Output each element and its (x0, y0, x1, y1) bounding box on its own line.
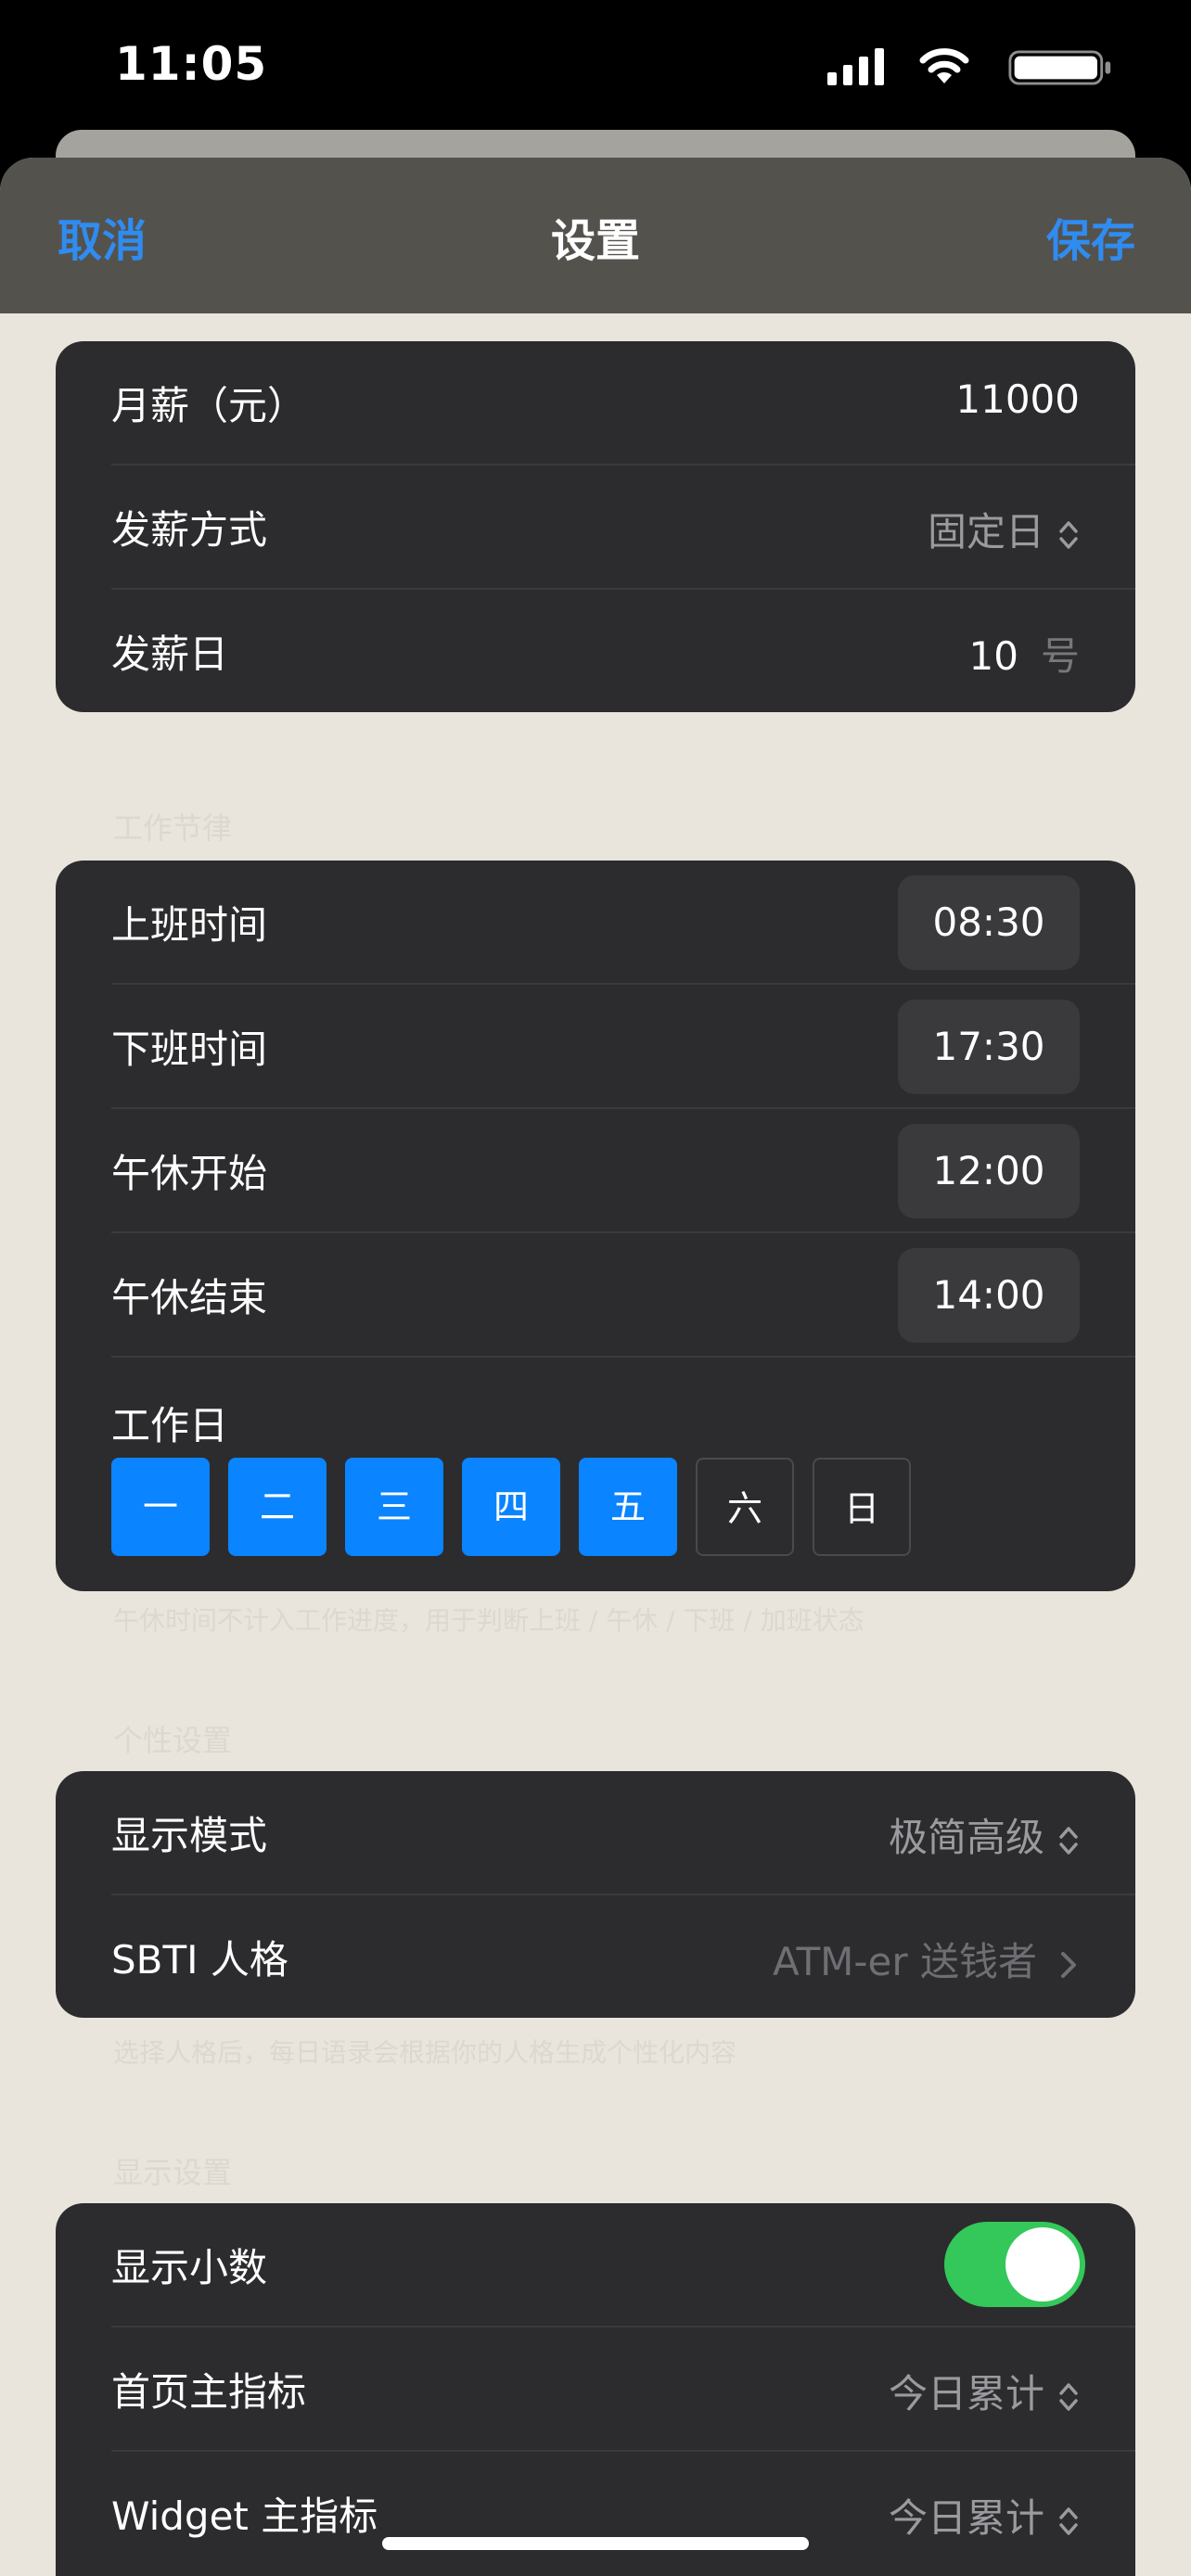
chevron-up-down-icon (1059, 2382, 1078, 2411)
day-toggle-sat[interactable]: 六 (696, 1458, 794, 1556)
save-button[interactable]: 保存 (1046, 204, 1135, 269)
home-metric-label: 首页主指标 (111, 2369, 307, 2415)
page-title: 设置 (550, 215, 640, 267)
day-toggle-tue[interactable]: 二 (228, 1458, 327, 1556)
day-toggle-thu[interactable]: 四 (462, 1458, 560, 1556)
display-mode-picker[interactable]: 极简高级 (889, 1806, 1080, 1863)
widget-metric-row[interactable]: Widget 主指标 今日累计 (111, 2452, 1135, 2574)
sbti-label: SBTI 人格 (111, 1937, 288, 1983)
chevron-right-icon (1061, 1951, 1076, 1978)
sbti-link[interactable]: ATM-er 送钱者 (773, 1931, 1080, 1987)
home-metric-picker[interactable]: 今日累计 (889, 2363, 1080, 2419)
lunch-start-row: 午休开始 12:00 (111, 1109, 1135, 1233)
pay-day-unit: 号 (1040, 633, 1080, 679)
section-header-display: 显示设置 (113, 2155, 233, 2190)
chevron-up-down-icon (1059, 520, 1078, 549)
day-toggle-mon[interactable]: 一 (111, 1458, 210, 1556)
chevron-up-down-icon (1059, 2506, 1078, 2535)
cellular-signal-icon (827, 48, 884, 85)
work-group: 上班时间 08:30 下班时间 17:30 午休开始 12:00 午休结束 14… (56, 861, 1135, 1591)
home-indicator[interactable] (382, 2537, 809, 2550)
home-metric-row[interactable]: 首页主指标 今日累计 (111, 2327, 1135, 2452)
day-toggle-sun[interactable]: 日 (813, 1458, 911, 1556)
wifi-icon (919, 48, 969, 83)
salary-group: 月薪（元） 11000 发薪方式 固定日 发薪日 10 号 (56, 341, 1135, 712)
decimals-label: 显示小数 (111, 2245, 268, 2290)
status-time: 11:05 (115, 37, 268, 91)
monthly-salary-input[interactable]: 11000 (955, 376, 1080, 422)
display-group: 显示小数 首页主指标 今日累计 Widget 主指标 今日累计 (56, 2203, 1135, 2576)
workday-row: 工作日 一 二 三 四 五 六 日 (111, 1358, 1135, 1591)
lunch-end-row: 午休结束 14:00 (111, 1233, 1135, 1358)
lunch-end-picker[interactable]: 14:00 (898, 1248, 1080, 1343)
settings-sheet: 取消 设置 保存 月薪（元） 11000 发薪方式 固定日 发薪日 10 号 工作… (0, 158, 1191, 2576)
personal-group: 显示模式 极简高级 SBTI 人格 ATM-er 送钱者 (56, 1771, 1135, 2018)
pay-day-field[interactable]: 10 号 (969, 625, 1080, 682)
start-time-picker[interactable]: 08:30 (898, 875, 1080, 970)
workday-label: 工作日 (111, 1403, 229, 1448)
lunch-start-label: 午休开始 (111, 1151, 268, 1196)
day-toggle-fri[interactable]: 五 (579, 1458, 677, 1556)
status-bar: 11:05 (0, 0, 1191, 139)
end-time-picker[interactable]: 17:30 (898, 1000, 1080, 1094)
pay-day-label: 发薪日 (111, 631, 229, 677)
pay-method-row[interactable]: 发薪方式 固定日 (111, 465, 1135, 590)
widget-metric-value: 今日累计 (888, 2495, 1044, 2541)
lunch-end-label: 午休结束 (111, 1275, 268, 1320)
section-header-personal: 个性设置 (113, 1723, 233, 1758)
widget-metric-label: Widget 主指标 (111, 2493, 378, 2539)
pay-day-input[interactable]: 10 (969, 633, 1018, 679)
lunch-start-picker[interactable]: 12:00 (898, 1124, 1080, 1218)
start-time-label: 上班时间 (111, 902, 268, 948)
pay-method-label: 发薪方式 (111, 507, 268, 553)
end-time-row: 下班时间 17:30 (111, 985, 1135, 1109)
display-mode-value: 极简高级 (888, 1815, 1044, 1860)
start-time-row: 上班时间 08:30 (111, 861, 1135, 985)
sbti-value: ATM-er 送钱者 (773, 1939, 1037, 1984)
display-mode-label: 显示模式 (111, 1813, 268, 1858)
monthly-salary-row[interactable]: 月薪（元） 11000 (111, 341, 1135, 465)
decimals-row: 显示小数 (111, 2203, 1135, 2327)
pay-method-picker[interactable]: 固定日 (928, 501, 1080, 557)
display-mode-row[interactable]: 显示模式 极简高级 (111, 1771, 1135, 1895)
nav-bar: 取消 设置 保存 (0, 158, 1191, 313)
battery-icon (1008, 50, 1111, 85)
monthly-salary-label: 月薪（元） (111, 383, 307, 428)
sbti-row[interactable]: SBTI 人格 ATM-er 送钱者 (111, 1895, 1135, 2018)
day-toggle-wed[interactable]: 三 (345, 1458, 443, 1556)
chevron-up-down-icon (1059, 1826, 1078, 1855)
pay-day-row[interactable]: 发薪日 10 号 (111, 590, 1135, 712)
pay-method-value: 固定日 (927, 509, 1044, 555)
decimals-toggle[interactable] (944, 2222, 1085, 2307)
section-footer-personal: 选择人格后，每日语录会根据你的人格生成个性化内容 (113, 2037, 737, 2068)
end-time-label: 下班时间 (111, 1027, 268, 1072)
toggle-knob (1005, 2227, 1080, 2302)
widget-metric-picker[interactable]: 今日累计 (889, 2487, 1080, 2544)
section-header-work: 工作节律 (113, 810, 233, 846)
section-footer-work: 午休时间不计入工作进度，用于判断上班 / 午休 / 下班 / 加班状态 (113, 1605, 864, 1636)
home-metric-value: 今日累计 (888, 2371, 1044, 2417)
